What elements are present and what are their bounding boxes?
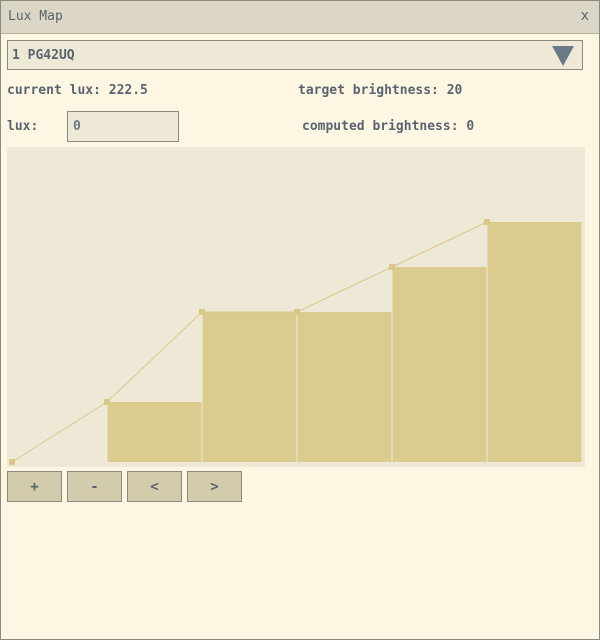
chart-bar [297, 312, 392, 462]
lux-label: lux: [7, 119, 39, 134]
chart-point[interactable] [104, 399, 110, 405]
close-button[interactable]: x [581, 8, 589, 24]
previous-point-button[interactable]: < [127, 471, 182, 502]
chart-point[interactable] [389, 264, 395, 270]
chart-bar [107, 402, 202, 462]
chart-svg[interactable] [7, 147, 585, 467]
lux-brightness-chart[interactable] [7, 147, 585, 467]
next-point-button[interactable]: > [187, 471, 242, 502]
lux-input[interactable] [67, 111, 179, 142]
add-point-button[interactable]: + [7, 471, 62, 502]
chart-point[interactable] [9, 459, 15, 465]
chart-point[interactable] [199, 309, 205, 315]
title-bar: Lux Map x [1, 1, 599, 34]
current-lux-readout: current lux: 222.5 [7, 83, 148, 98]
chart-bar [202, 312, 297, 462]
display-select[interactable]: 1 PG42UQ [7, 40, 583, 70]
lux-map-window: Lux Map x 1 PG42UQ current lux: 222.5 ta… [0, 0, 600, 640]
dropdown-arrow-icon[interactable] [552, 46, 574, 66]
computed-brightness-readout: computed brightness: 0 [302, 119, 475, 134]
chart-point[interactable] [484, 219, 490, 225]
target-brightness-readout: target brightness: 20 [298, 83, 463, 98]
chart-bar [487, 222, 582, 462]
chart-bar [392, 267, 487, 462]
display-select-value: 1 PG42UQ [12, 48, 75, 63]
remove-point-button[interactable]: - [67, 471, 122, 502]
chart-point[interactable] [294, 309, 300, 315]
window-title: Lux Map [8, 9, 63, 24]
